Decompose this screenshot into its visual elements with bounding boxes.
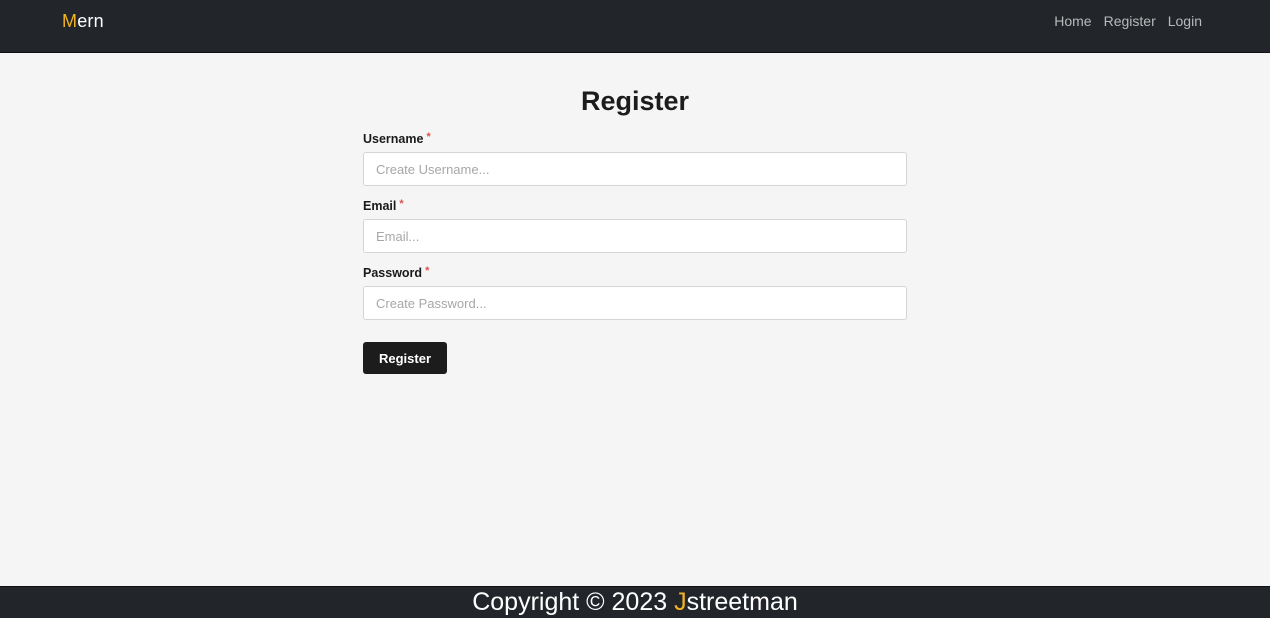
username-label: Username * [363, 130, 907, 152]
register-form: Username* Email* Password* Register [363, 130, 907, 374]
password-field-group: Password * [363, 264, 907, 320]
email-field-group: Email * [363, 197, 907, 253]
copyright-accent-letter: J [674, 588, 687, 616]
email-input[interactable] [363, 219, 907, 253]
required-marker: * [426, 131, 431, 143]
username-input[interactable] [363, 152, 907, 186]
copyright-name: streetman [686, 588, 798, 616]
register-submit-button[interactable]: Register [363, 342, 447, 374]
nav-link-home[interactable]: Home [1054, 13, 1091, 29]
top-navbar: Mern Home Register Login [0, 0, 1270, 53]
username-field-group: Username * [363, 130, 907, 186]
page-title: Register [580, 86, 690, 116]
brand-name: ern [77, 11, 104, 31]
copyright-text: Copyright © 2023 Jstreetman [472, 587, 798, 617]
required-marker: * [425, 265, 430, 277]
password-label-text: Password [363, 266, 423, 280]
password-input[interactable] [363, 286, 907, 320]
nav-links: Home Register Login [1054, 13, 1202, 29]
footer: Copyright © 2023 Jstreetman [0, 586, 1270, 618]
username-label-text: Username [363, 132, 424, 146]
nav-link-login[interactable]: Login [1168, 13, 1202, 29]
required-marker: * [399, 198, 404, 210]
copyright-prefix: Copyright © 2023 [472, 588, 675, 616]
nav-link-register[interactable]: Register [1104, 13, 1156, 29]
brand-logo[interactable]: Mern [62, 11, 104, 32]
password-label: Password * [363, 264, 907, 286]
brand-accent-letter: M [62, 11, 78, 31]
email-label: Email * [363, 197, 907, 219]
email-label-text: Email [363, 199, 397, 213]
